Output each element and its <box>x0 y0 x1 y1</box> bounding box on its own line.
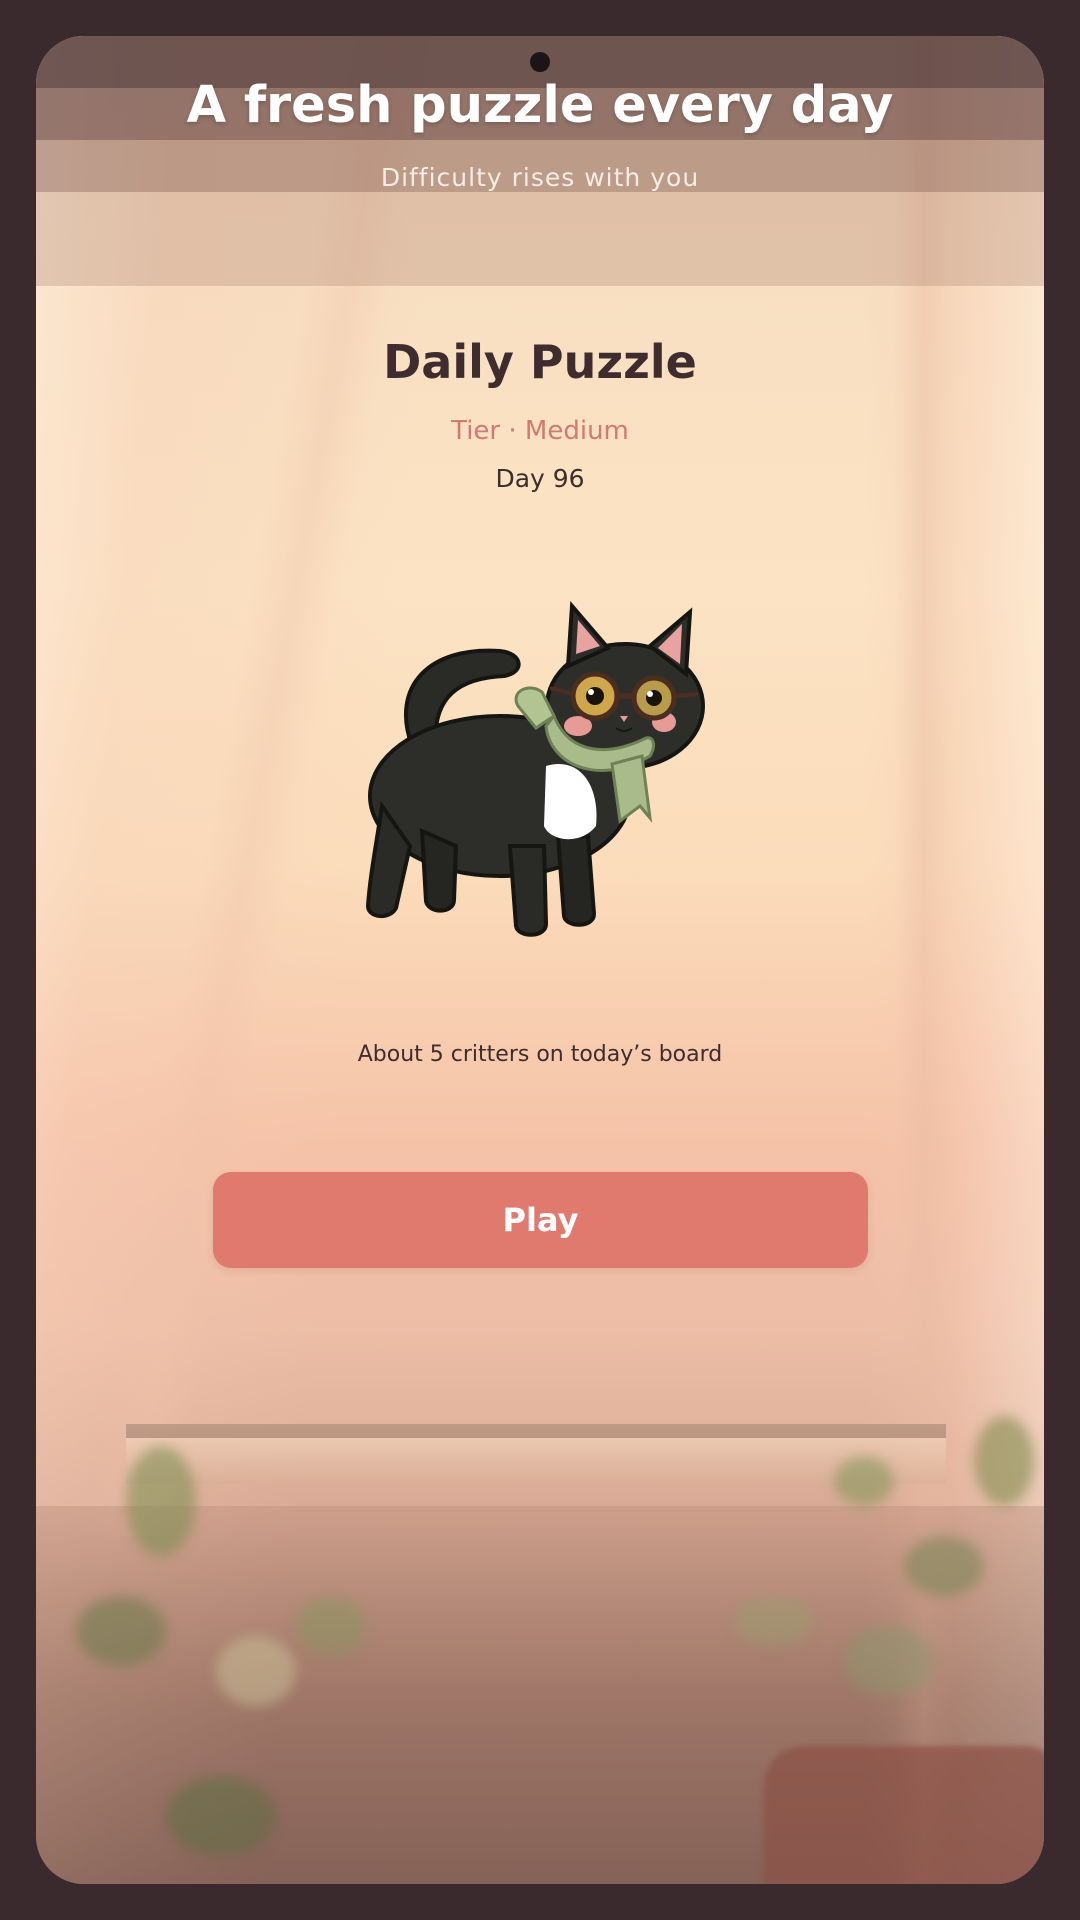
plant-leaf <box>126 1446 196 1556</box>
header-band <box>36 36 1044 286</box>
cat-mascot-icon <box>365 600 705 937</box>
plant-leaf <box>904 1536 984 1596</box>
window-sill-edge <box>126 1424 946 1438</box>
headline: A fresh puzzle every day <box>186 76 894 135</box>
plant-leaf <box>974 1416 1034 1506</box>
tier-label: Tier · Medium <box>451 416 629 446</box>
plant-leaf <box>296 1596 366 1656</box>
critters-count-text: About 5 critters on today’s board <box>357 1042 723 1067</box>
day-label: Day 96 <box>495 464 585 493</box>
plant-leaf <box>834 1456 894 1506</box>
app-screen: A fresh puzzle every day Difficulty rise… <box>36 36 1044 1884</box>
camera-notch <box>530 52 550 72</box>
subheadline: Difficulty rises with you <box>380 163 700 192</box>
play-button[interactable]: Play <box>213 1172 868 1268</box>
page-title: Daily Puzzle <box>383 335 697 389</box>
plant-leaf <box>734 1596 814 1646</box>
plant-pot <box>764 1746 1044 1884</box>
plant-leaf <box>166 1776 276 1856</box>
plant-leaf <box>844 1626 934 1696</box>
plant-leaf <box>216 1636 296 1706</box>
plant-leaf <box>76 1596 166 1666</box>
